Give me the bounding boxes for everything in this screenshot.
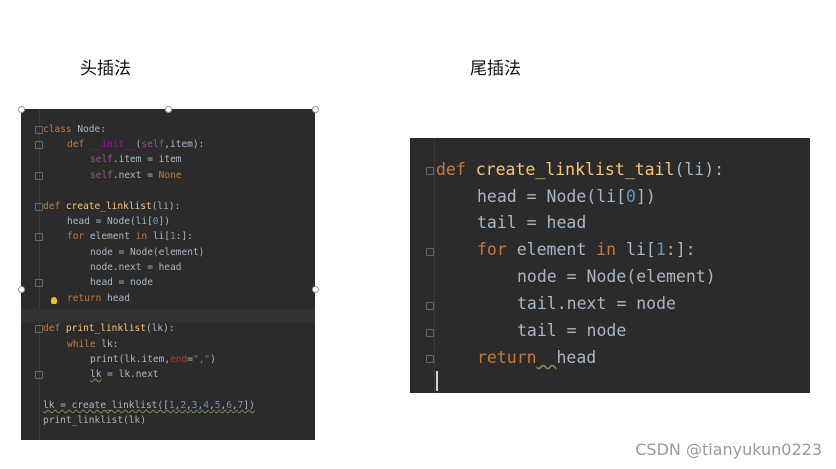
code-line: for element in li[1:]: (477, 240, 696, 259)
fold-marker-icon[interactable] (426, 302, 434, 310)
code-line: def print_linklist(lk): (43, 323, 175, 334)
resize-handle[interactable] (18, 286, 25, 293)
code-line: return head (67, 293, 130, 304)
tail-insert-code-screenshot: def create_linklist_tail(li): head = Nod… (410, 138, 810, 393)
code-line: class Node: (43, 124, 106, 135)
gutter-divider (39, 109, 40, 440)
code-line: head = node (90, 277, 153, 288)
fold-marker-icon[interactable] (35, 279, 43, 287)
head-insert-code-screenshot: class Node: def __init__(self,item): sel… (21, 109, 315, 440)
fold-marker-icon[interactable] (426, 167, 434, 175)
fold-marker-icon[interactable] (426, 248, 434, 256)
fold-marker-icon[interactable] (35, 203, 43, 211)
code-line: def __init__(self,item): (67, 139, 205, 150)
code-line: def create_linklist_tail(li): (436, 160, 725, 179)
code-line: lk = create_linklist([1,2,3,4,5,6,7]) (43, 400, 255, 411)
fold-marker-icon[interactable] (426, 355, 434, 363)
code-line: print(lk.item,end=",") (90, 354, 216, 365)
csdn-watermark: CSDN @tianyukun0223 (635, 440, 822, 459)
code-line: head = Node(li[0]) (477, 187, 656, 206)
code-line: tail = head (477, 213, 587, 232)
code-line: def create_linklist(li): (43, 201, 181, 212)
code-line: tail = node (517, 321, 627, 340)
code-line: return head (477, 348, 597, 367)
resize-handle[interactable] (18, 106, 25, 113)
resize-handle[interactable] (312, 106, 319, 113)
code-line: self.item = item (90, 154, 182, 165)
code-line: while lk: (67, 339, 119, 350)
code-line: print_linklist(lk) (43, 415, 146, 426)
code-line: node = Node(element) (90, 247, 205, 258)
fold-marker-icon[interactable] (35, 325, 43, 333)
code-line: node = Node(element) (517, 267, 716, 286)
text-caret (436, 371, 438, 391)
fold-marker-icon[interactable] (35, 371, 43, 379)
resize-handle[interactable] (312, 286, 319, 293)
code-line: node.next = head (90, 262, 182, 273)
code-line: head = Node(li[0]) (67, 216, 170, 227)
code-line: tail.next = node (517, 294, 676, 313)
head-insert-label: 头插法 (80, 59, 131, 79)
code-line: for element in li[1:]: (67, 231, 193, 242)
fold-marker-icon[interactable] (35, 126, 43, 134)
gutter-divider (434, 138, 435, 393)
fold-marker-icon[interactable] (35, 141, 43, 149)
tail-insert-label: 尾插法 (470, 59, 521, 79)
fold-marker-icon[interactable] (426, 329, 434, 337)
fold-marker-icon[interactable] (35, 172, 43, 180)
resize-handle[interactable] (165, 106, 172, 113)
code-line: lk = lk.next (90, 369, 159, 380)
fold-marker-icon[interactable] (35, 233, 43, 241)
code-line: self.next = None (90, 170, 182, 181)
